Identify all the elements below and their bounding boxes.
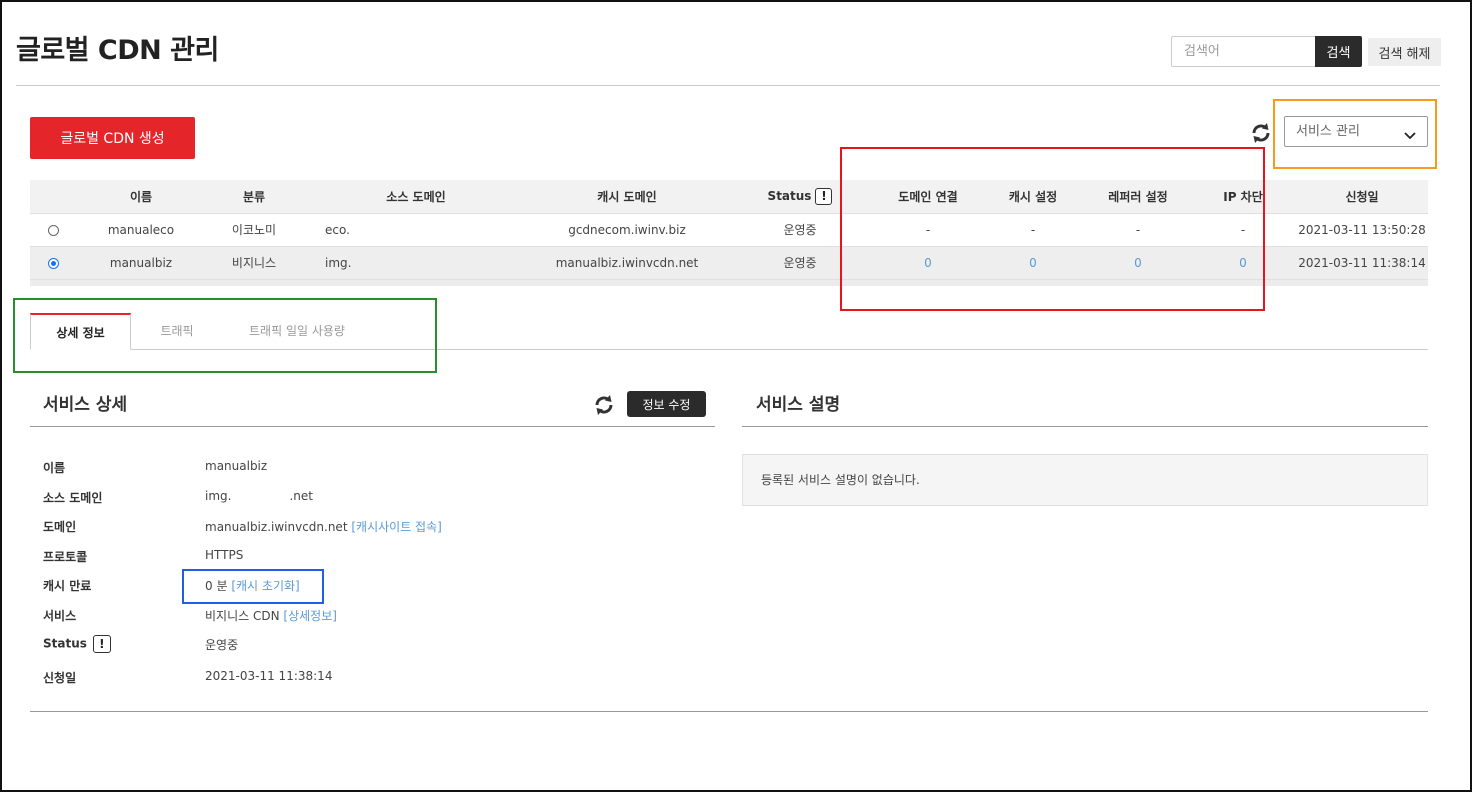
col-status-label: Status <box>767 188 812 203</box>
label-domain: 도메인 <box>43 520 77 534</box>
search-clear-button[interactable]: 검색 해제 <box>1368 38 1441 66</box>
status-help-icon[interactable]: ! <box>815 187 833 205</box>
row-category: 비지니스 <box>206 246 302 280</box>
value-date: 2021-03-11 11:38:14 <box>205 669 333 683</box>
row-referer-setting[interactable]: 0 <box>1086 246 1190 280</box>
source-domain-suffix: .net <box>289 489 313 503</box>
label-cache-expire: 캐시 만료 <box>43 579 92 593</box>
col-referer-setting: 레퍼러 설정 <box>1086 180 1190 214</box>
row-domain-link[interactable]: 0 <box>876 246 980 280</box>
radio-unselected[interactable] <box>47 224 59 236</box>
value-protocol: HTTPS <box>205 548 244 562</box>
service-text: 비지니스 CDN <box>205 609 280 623</box>
label-name: 이름 <box>43 461 66 475</box>
page-title: 글로벌 CDN 관리 <box>16 35 219 66</box>
tab-traffic-daily[interactable]: 트래픽 일일 사용량 <box>223 313 371 350</box>
value-name: manualbiz <box>205 459 268 473</box>
bottom-divider <box>30 711 1428 712</box>
col-select <box>30 180 76 214</box>
table-row[interactable]: manualbiz 비지니스 img. manualbiz.iwinvcdn.n… <box>30 246 1428 280</box>
label-protocol: 프로토콜 <box>43 550 88 564</box>
value-cache-expire: 0 분 [캐시 초기화] <box>205 577 300 594</box>
row-ip-block[interactable]: 0 <box>1190 246 1296 280</box>
col-status: Status! <box>724 180 876 214</box>
cache-site-link[interactable]: [캐시사이트 접속] <box>351 520 441 534</box>
row-status: 운영중 <box>724 246 876 280</box>
cdn-table: 이름 분류 소스 도메인 캐시 도메인 Status! 도메인 연결 캐시 설정… <box>30 180 1428 280</box>
label-service: 서비스 <box>43 609 77 623</box>
search-input[interactable] <box>1171 36 1316 67</box>
col-cache-setting: 캐시 설정 <box>980 180 1086 214</box>
value-status: 운영중 <box>205 638 239 652</box>
table-scroll-bar <box>30 280 1428 286</box>
row-source-domain: eco. <box>302 213 530 247</box>
value-source-domain: img. .net <box>205 489 313 503</box>
row-status: 운영중 <box>724 213 876 247</box>
domain-text: manualbiz.iwinvcdn.net <box>205 520 348 534</box>
service-description-divider <box>742 426 1428 427</box>
refresh-icon[interactable] <box>592 393 616 417</box>
row-cache-setting[interactable]: 0 <box>980 246 1086 280</box>
row-radio[interactable] <box>30 246 76 280</box>
label-status: Status! <box>43 635 111 653</box>
service-manage-select[interactable]: 서비스 관리 <box>1284 116 1428 147</box>
col-date: 신청일 <box>1296 180 1428 214</box>
col-domain-link: 도메인 연결 <box>876 180 980 214</box>
create-cdn-button[interactable]: 글로벌 CDN 생성 <box>30 117 195 159</box>
label-source-domain: 소스 도메인 <box>43 491 103 505</box>
col-ip-block: IP 차단 <box>1190 180 1296 214</box>
chevron-down-icon <box>1403 125 1417 140</box>
col-source-domain: 소스 도메인 <box>302 180 530 214</box>
row-date: 2021-03-11 13:50:28 <box>1296 213 1428 247</box>
status-help-icon[interactable]: ! <box>92 635 111 653</box>
tab-traffic[interactable]: 트래픽 <box>131 313 223 350</box>
row-cache-setting: - <box>980 213 1086 247</box>
row-source-domain: img. <box>302 246 530 280</box>
edit-info-button[interactable]: 정보 수정 <box>627 391 706 417</box>
service-select-value: 서비스 관리 <box>1296 124 1360 139</box>
cache-expire-text: 0 분 <box>205 579 228 593</box>
source-domain-prefix: img. <box>205 489 232 503</box>
col-category: 분류 <box>206 180 302 214</box>
service-detail-title: 서비스 상세 <box>43 395 128 415</box>
value-service: 비지니스 CDN [상세정보] <box>205 607 337 624</box>
row-ip-block: - <box>1190 213 1296 247</box>
row-name: manualeco <box>76 213 206 247</box>
row-category: 이코노미 <box>206 213 302 247</box>
service-detail-link[interactable]: [상세정보] <box>283 609 337 623</box>
value-domain: manualbiz.iwinvcdn.net [캐시사이트 접속] <box>205 518 442 535</box>
table-row[interactable]: manualeco 이코노미 eco. gcdnecom.iwinv.biz 운… <box>30 213 1428 247</box>
header-divider <box>16 85 1440 86</box>
refresh-icon[interactable] <box>1249 121 1273 145</box>
label-status-text: Status <box>43 636 87 651</box>
label-date: 신청일 <box>43 671 77 685</box>
row-cache-domain: manualbiz.iwinvcdn.net <box>530 246 724 280</box>
col-cache-domain: 캐시 도메인 <box>530 180 724 214</box>
tab-detail-info[interactable]: 상세 정보 <box>30 313 131 350</box>
service-detail-divider <box>30 426 715 427</box>
row-referer-setting: - <box>1086 213 1190 247</box>
service-description-title: 서비스 설명 <box>756 395 841 415</box>
table-header-row: 이름 분류 소스 도메인 캐시 도메인 Status! 도메인 연결 캐시 설정… <box>30 180 1428 214</box>
row-cache-domain: gcdnecom.iwinv.biz <box>530 213 724 247</box>
row-domain-link: - <box>876 213 980 247</box>
search-button[interactable]: 검색 <box>1315 36 1362 67</box>
radio-selected[interactable] <box>47 257 59 269</box>
row-date: 2021-03-11 11:38:14 <box>1296 246 1428 280</box>
row-radio[interactable] <box>30 213 76 247</box>
col-name: 이름 <box>76 180 206 214</box>
cache-reset-link[interactable]: [캐시 초기화] <box>231 579 299 593</box>
service-description-box: 등록된 서비스 설명이 없습니다. <box>742 454 1428 506</box>
row-name: manualbiz <box>76 246 206 280</box>
